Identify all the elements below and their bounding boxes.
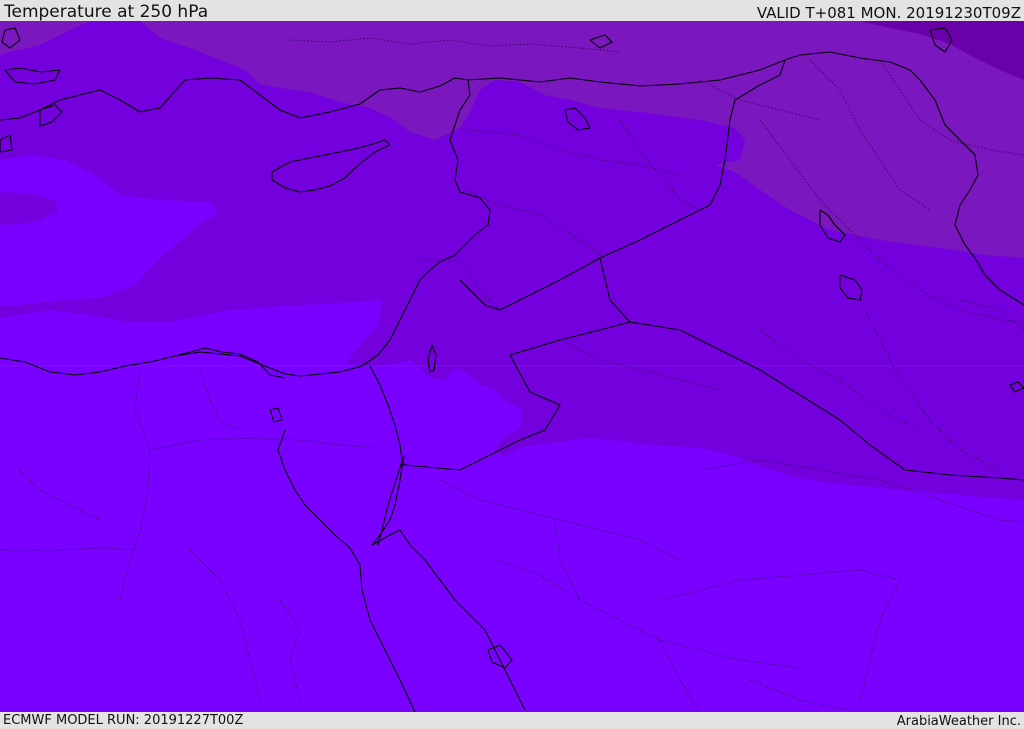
- temperature-map[interactable]: [0, 21, 1024, 712]
- footer-bar: ECMWF MODEL RUN: 20191227T00Z ArabiaWeat…: [0, 712, 1024, 729]
- map-title: Temperature at 250 hPa: [4, 2, 209, 22]
- credit-label: ArabiaWeather Inc.: [896, 714, 1021, 729]
- header-bar: Temperature at 250 hPa VALID T+081 MON. …: [0, 0, 1024, 21]
- valid-time: VALID T+081 MON. 20191230T09Z: [756, 4, 1021, 22]
- model-run-label: ECMWF MODEL RUN: 20191227T00Z: [3, 713, 244, 728]
